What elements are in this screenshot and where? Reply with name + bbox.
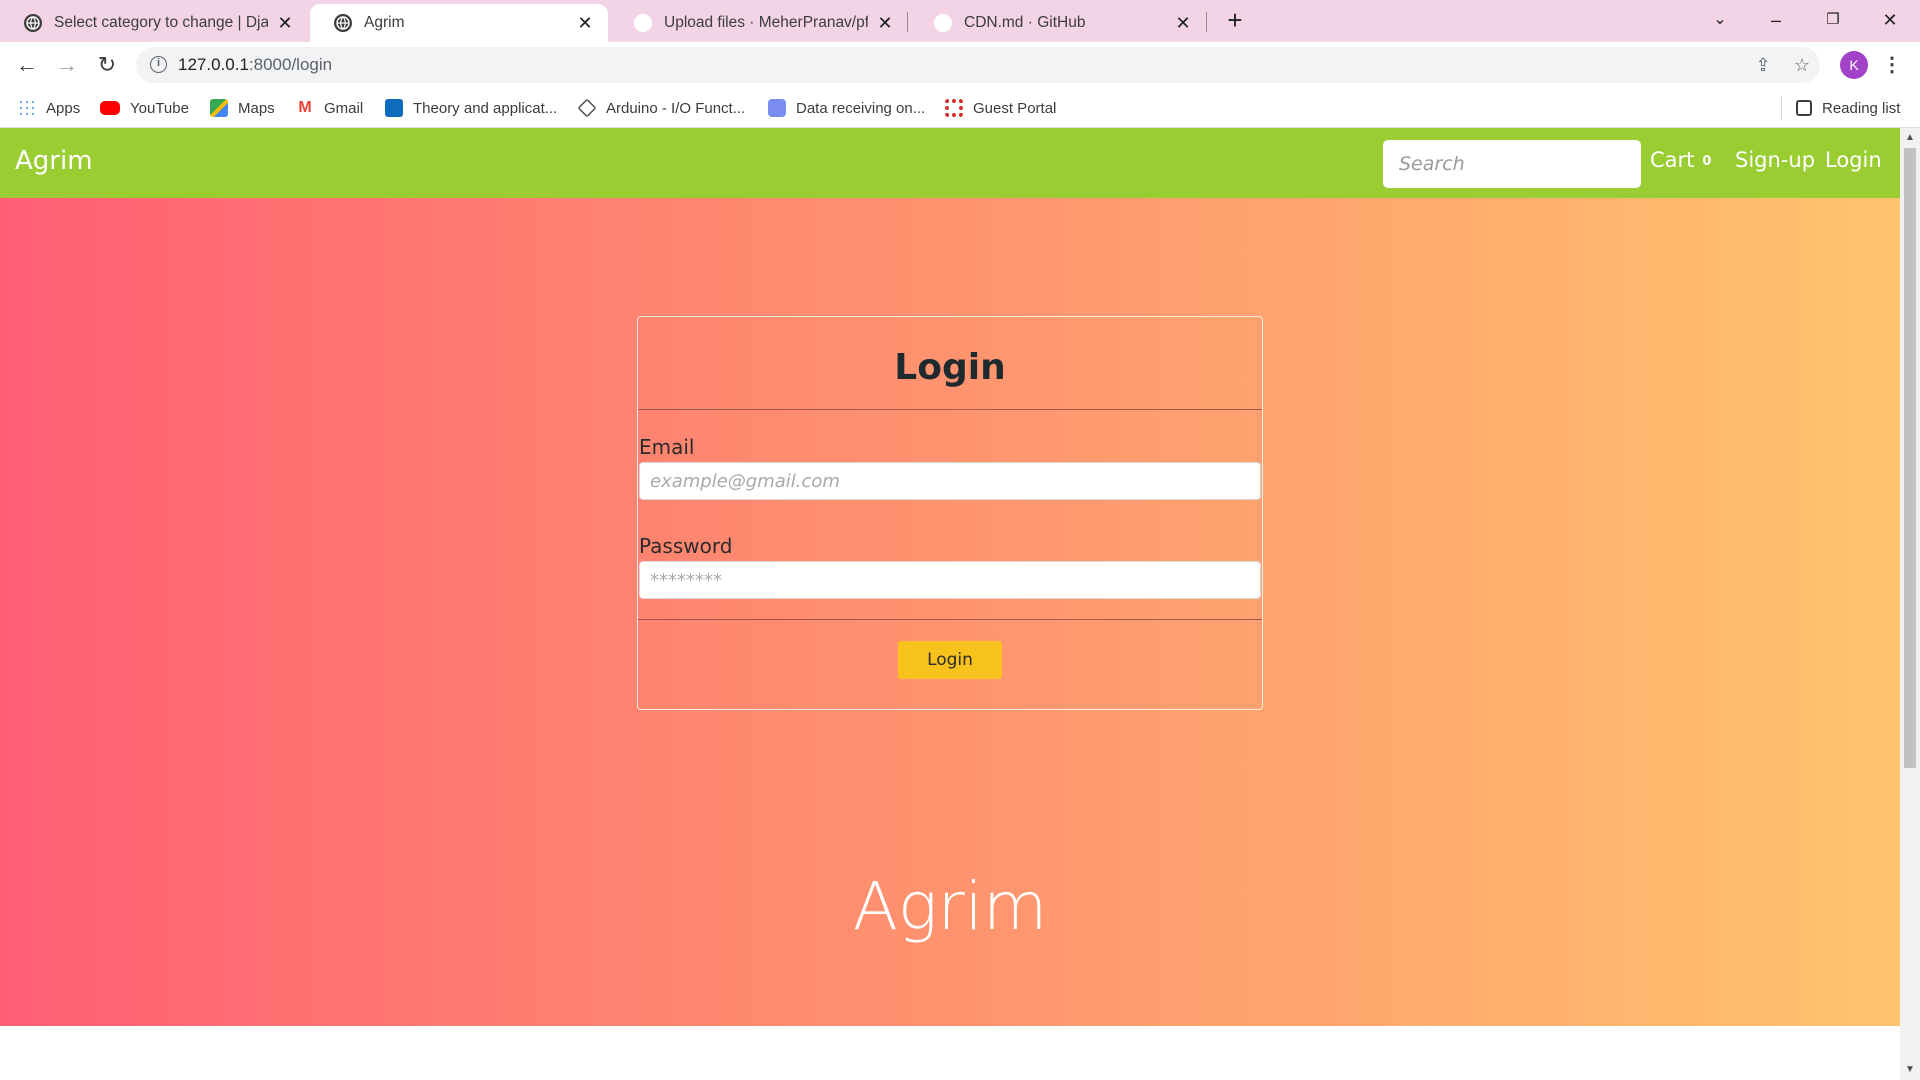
bookmarks-separator [1781, 96, 1782, 120]
hero-section: Login Email Password Login Agrim [0, 198, 1900, 1026]
card-header-divider [638, 409, 1262, 410]
bookmark-label: YouTube [130, 99, 189, 117]
tab-title: CDN.md · GitHub [964, 14, 1086, 31]
profile-avatar[interactable]: K [1840, 51, 1868, 79]
reading-list-label: Reading list [1822, 99, 1901, 117]
new-tab-button[interactable]: + [1222, 7, 1248, 34]
tab-search-chevron-icon[interactable]: ⌄ [1706, 6, 1734, 34]
share-icon[interactable]: ⇪ [1752, 54, 1774, 76]
portal-icon [945, 99, 963, 117]
bookmark-label: Gmail [324, 99, 364, 117]
bookmark-guest-portal[interactable]: Guest Portal [945, 97, 1056, 119]
scrollbar-thumb[interactable] [1904, 148, 1916, 768]
outlook-icon [385, 99, 403, 117]
forward-button[interactable]: → [53, 51, 81, 79]
card-footer-divider [638, 619, 1262, 620]
restore-button[interactable]: ❐ [1819, 6, 1847, 34]
bookmark-label: Theory and applicat... [413, 99, 558, 117]
page-viewport: Agrim Cart 0 Sign-up Login Login Email Pa… [0, 128, 1900, 1080]
bookmark-maps[interactable]: Maps [210, 97, 275, 119]
browser-toolbar: ← → ↻ i 127.0.0.1:8000/login ⇪ ☆ K ⋮ [0, 42, 1920, 88]
bookmarks-bar: Apps YouTube Maps M Gmail Theory and app… [0, 88, 1920, 128]
login-title: Login [894, 347, 1006, 388]
close-icon[interactable]: ✕ [576, 13, 594, 33]
scroll-down-arrow-icon[interactable]: ▼ [1902, 1062, 1918, 1078]
close-icon[interactable]: ✕ [276, 13, 294, 33]
bookmark-arduino[interactable]: Arduino - I/O Funct... [577, 97, 746, 119]
login-submit-button[interactable]: Login [898, 641, 1002, 679]
globe-icon [24, 14, 42, 32]
github-icon [934, 14, 952, 32]
apps-grid-icon [18, 99, 36, 117]
bookmark-gmail[interactable]: M Gmail [296, 97, 363, 119]
youtube-icon [100, 101, 120, 115]
site-brand-link[interactable]: Agrim [15, 146, 93, 176]
cart-label: Cart [1650, 148, 1695, 172]
email-field[interactable] [639, 462, 1261, 500]
bookmark-label: Data receiving on... [796, 99, 926, 117]
bookmark-apps[interactable]: Apps [18, 97, 80, 119]
cart-count-badge: 0 [1702, 153, 1712, 169]
tab-agrim[interactable]: Agrim ✕ [310, 4, 608, 42]
reading-list-icon [1796, 100, 1812, 116]
password-field[interactable] [639, 561, 1261, 599]
site-navbar: Agrim Cart 0 Sign-up Login [0, 128, 1900, 198]
email-label: Email [639, 435, 695, 459]
browser-tab-strip: Select category to change | Django ✕ Agr… [0, 0, 1920, 42]
bookmark-data-receiving[interactable]: Data receiving on... [768, 97, 925, 119]
gmail-icon: M [298, 99, 312, 116]
back-button[interactable]: ← [13, 51, 41, 79]
bookmark-label: Guest Portal [973, 99, 1057, 117]
globe-icon [334, 14, 352, 32]
reading-list-button[interactable]: Reading list [1796, 97, 1900, 119]
reload-button[interactable]: ↻ [93, 51, 121, 79]
login-link[interactable]: Login [1825, 148, 1882, 172]
bookmark-youtube[interactable]: YouTube [100, 97, 189, 119]
tab-separator [907, 12, 908, 32]
close-icon[interactable]: ✕ [1174, 13, 1192, 33]
browser-menu-icon[interactable]: ⋮ [1882, 51, 1902, 79]
tab-django-admin[interactable]: Select category to change | Django ✕ [0, 4, 308, 42]
tab-cdn-md[interactable]: CDN.md · GitHub ✕ [910, 4, 1206, 42]
tab-title: Upload files · MeherPranav/pfsd [664, 14, 868, 31]
cart-link[interactable]: Cart 0 [1650, 148, 1711, 172]
tab-title: Agrim [364, 14, 405, 31]
url-path: :8000/login [248, 55, 333, 74]
bookmark-theory[interactable]: Theory and applicat... [385, 97, 557, 119]
address-bar[interactable]: i 127.0.0.1:8000/login ⇪ ☆ [136, 47, 1820, 83]
tab-title: Select category to change | Django [54, 14, 268, 31]
arduino-icon [577, 98, 597, 118]
hero-title: Agrim [852, 868, 1048, 945]
maps-icon [210, 99, 228, 117]
discord-icon [768, 99, 786, 117]
tab-separator [1206, 12, 1207, 32]
close-icon[interactable]: ✕ [876, 13, 894, 33]
window-close-button[interactable]: ✕ [1876, 6, 1904, 34]
tab-upload-files[interactable]: Upload files · MeherPranav/pfsd ✕ [610, 4, 908, 42]
minimize-button[interactable]: – [1762, 6, 1790, 34]
bookmark-label: Apps [46, 99, 81, 117]
url-host: 127.0.0.1 [178, 55, 249, 74]
password-label: Password [639, 534, 733, 558]
site-info-icon[interactable]: i [150, 56, 167, 73]
star-icon[interactable]: ☆ [1791, 54, 1813, 76]
search-input[interactable] [1383, 140, 1641, 188]
scroll-up-arrow-icon[interactable]: ▲ [1902, 130, 1918, 146]
url-text[interactable]: 127.0.0.1:8000/login [178, 55, 332, 75]
github-icon [634, 14, 652, 32]
login-card: Login Email Password Login [637, 316, 1263, 710]
signup-link[interactable]: Sign-up [1735, 148, 1815, 172]
bookmark-label: Maps [238, 99, 275, 117]
bookmark-label: Arduino - I/O Funct... [606, 99, 746, 117]
